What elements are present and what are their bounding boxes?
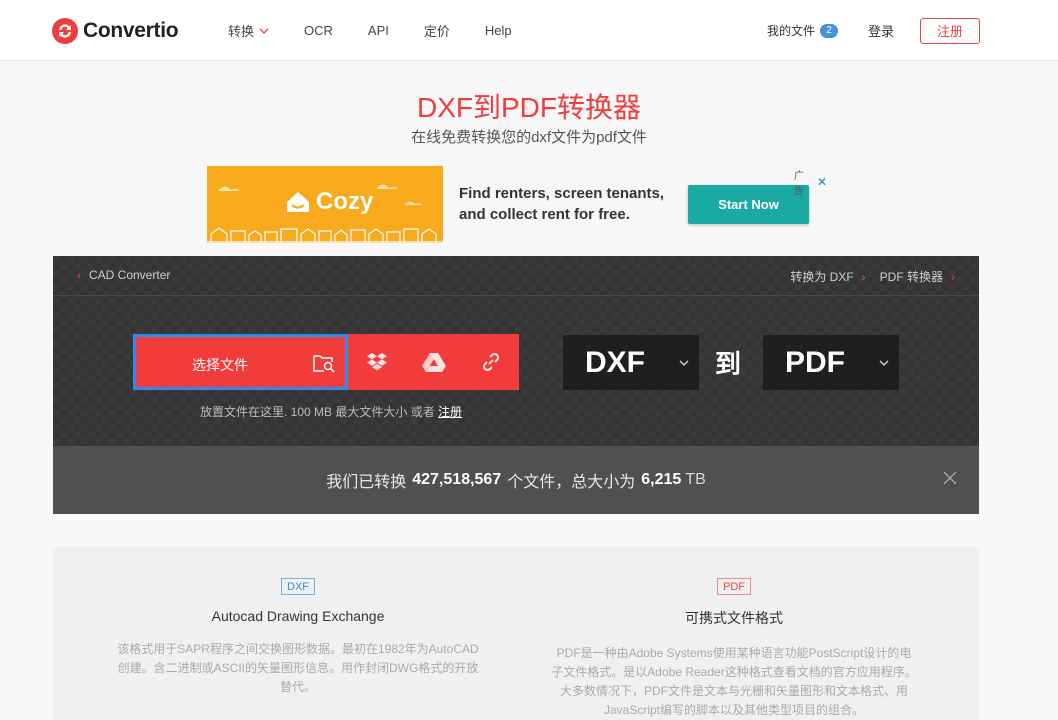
chevron-down-icon xyxy=(879,360,889,366)
to-label: 到 xyxy=(715,349,742,379)
nav-pricing-label: 定价 xyxy=(423,24,450,39)
nav-convert[interactable]: 转换 xyxy=(228,21,269,40)
drop-hint: 放置文件在这里. 100 MB 最大文件大小 或者 注册 xyxy=(200,403,462,420)
choose-file-button[interactable]: 选择文件 xyxy=(133,334,348,390)
google-drive-button[interactable] xyxy=(405,334,462,390)
ad-start-now-button[interactable]: Start Now xyxy=(688,185,809,224)
upload-button-group: 选择文件 xyxy=(133,334,520,390)
pdf-format-title: 可携式文件格式 xyxy=(685,610,783,626)
nav-ocr[interactable]: OCR xyxy=(304,23,333,38)
chevron-left-icon: ‹ xyxy=(77,268,81,282)
nav-convert-label: 转换 xyxy=(228,24,255,39)
my-files-count-badge: 2 xyxy=(819,23,838,38)
stats-total-size: 6,215 xyxy=(641,471,682,488)
logo[interactable]: Convertio xyxy=(52,16,179,46)
dropbox-icon xyxy=(366,353,387,371)
stats-middle: 个文件，总大小为 xyxy=(507,474,636,491)
my-files-label: 我的文件 xyxy=(766,24,815,38)
user-nav: 我的文件 2 登录 注册 xyxy=(767,0,980,61)
my-files-link[interactable]: 我的文件 2 xyxy=(767,22,838,39)
dxf-format-description: 该格式用于SAPR程序之间交换图形数据。最初在1982年为AutoCAD创建。含… xyxy=(117,642,479,694)
url-link-icon xyxy=(482,352,499,372)
nav-help[interactable]: Help xyxy=(485,23,512,38)
drop-hint-text: 放置文件在这里. 100 MB 最大文件大小 或者 xyxy=(200,405,435,419)
folder-search-icon xyxy=(313,355,335,373)
pdf-format-tag: PDF xyxy=(717,578,751,595)
cozy-house-icon xyxy=(287,192,309,212)
nav-ocr-label: OCR xyxy=(304,23,333,38)
ad-flag-label: 广告 xyxy=(794,171,804,197)
nav-api[interactable]: API xyxy=(368,23,389,38)
login-link[interactable]: 登录 xyxy=(868,21,894,40)
converter-breadcrumbs: ‹ CAD Converter 转换为 DXF › PDF 转换器 › xyxy=(53,256,979,296)
source-format-value: DXF xyxy=(585,345,645,379)
converter-panel: ‹ CAD Converter 转换为 DXF › PDF 转换器 › 选择文件 xyxy=(53,256,979,514)
ad-copy: Find renters, screen tenants, and collec… xyxy=(459,185,665,223)
target-format-select[interactable]: PDF xyxy=(763,335,899,390)
nav-help-label: Help xyxy=(484,23,512,38)
main-nav: 转换 OCR API 定价 Help xyxy=(228,0,547,61)
crumb-convert-to-dxf[interactable]: 转换为 DXF xyxy=(790,268,853,285)
ad-brand-logo: Cozy xyxy=(285,188,373,216)
nav-pricing[interactable]: 定价 xyxy=(424,21,450,40)
target-format-value: PDF xyxy=(785,345,845,379)
signup-button[interactable]: 注册 xyxy=(920,17,980,44)
crumb-pdf-converter[interactable]: PDF 转换器 xyxy=(880,268,943,285)
crumb-cad-converter[interactable]: ‹ CAD Converter xyxy=(77,268,170,282)
drop-hint-signup-link[interactable]: 注册 xyxy=(438,405,462,419)
url-link-button[interactable] xyxy=(462,334,519,390)
google-drive-icon xyxy=(421,353,446,372)
pdf-format-description: PDF是一种由Adobe Systems使用某种语言功能PostScript设计… xyxy=(551,646,917,717)
page-subtitle: 在线免费转换您的dxf文件为pdf文件 xyxy=(411,129,647,146)
brand-name: Convertio xyxy=(83,19,179,42)
chevron-down-icon xyxy=(679,360,689,366)
nav-api-label: API xyxy=(367,23,389,38)
crumb-right-links: 转换为 DXF › PDF 转换器 › xyxy=(790,268,955,285)
close-icon[interactable] xyxy=(943,471,957,485)
page-title: DXF到PDF转换器 xyxy=(416,92,641,123)
dxf-format-tag: DXF xyxy=(281,578,315,595)
conversion-stats-bar: 我们已转换 427,518,567 个文件，总大小为 6,215 TB xyxy=(53,446,979,514)
source-format-select[interactable]: DXF xyxy=(563,335,699,390)
stats-unit: TB xyxy=(685,471,706,488)
dxf-info: DXF Autocad Drawing Exchange 该格式用于SAPR程序… xyxy=(113,547,483,697)
chevron-down-icon xyxy=(259,28,269,34)
ad-brand-name: Cozy xyxy=(316,188,374,215)
pdf-info: PDF 可携式文件格式 PDF是一种由Adobe Systems使用某种语言功能… xyxy=(549,547,919,720)
convertio-logo-icon xyxy=(52,18,78,44)
stats-prefix: 我们已转换 xyxy=(326,474,407,491)
dxf-format-title: Autocad Drawing Exchange xyxy=(211,608,385,624)
ad-close-icon[interactable]: ✕ xyxy=(817,175,827,189)
chevron-right-icon: › xyxy=(861,269,866,284)
choose-file-label: 选择文件 xyxy=(192,357,248,373)
ad-choices[interactable]: 广告 ✕ xyxy=(794,167,827,197)
ad-image[interactable]: Cozy xyxy=(207,166,443,243)
ad-banner[interactable]: Cozy Find renters, screen tenants, and c… xyxy=(207,166,827,243)
top-navbar: Convertio 转换 OCR API 定价 Help 我的文件 2 登录 注… xyxy=(0,0,1058,61)
chevron-right-icon: › xyxy=(951,269,955,284)
dropbox-button[interactable] xyxy=(348,334,405,390)
stats-files-count: 427,518,567 xyxy=(412,471,502,488)
crumb-cad-converter-label: CAD Converter xyxy=(89,268,171,282)
format-info-section: DXF Autocad Drawing Exchange 该格式用于SAPR程序… xyxy=(53,547,979,720)
